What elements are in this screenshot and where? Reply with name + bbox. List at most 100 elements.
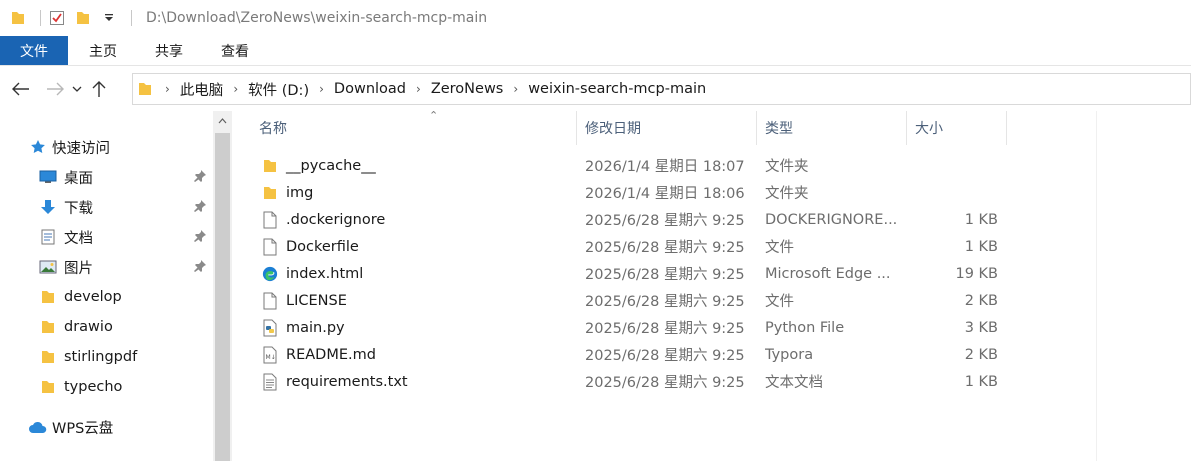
python-icon (262, 319, 278, 337)
document-icon (38, 227, 58, 247)
file-row[interactable]: Dockerfile 2025/6/28 星期六 9:25 文件 1 KB (256, 233, 1016, 260)
breadcrumb-chevron-icon[interactable]: › (513, 82, 518, 96)
recent-locations-chevron-icon[interactable] (68, 74, 86, 104)
file-name: README.md (286, 346, 376, 363)
navigation-scrollbar[interactable] (213, 111, 232, 461)
file-name-cell[interactable]: index.html (262, 260, 582, 287)
file-name: LICENSE (286, 292, 347, 309)
breadcrumb-chevron-icon[interactable]: › (319, 82, 324, 96)
file-row[interactable]: img 2026/1/4 星期日 18:06 文件夹 (256, 179, 1016, 206)
column-label: 修改日期 (585, 121, 641, 137)
file-row[interactable]: index.html 2025/6/28 星期六 9:25 Microsoft Ed… (256, 260, 1016, 287)
tab-file[interactable]: 文件 (0, 36, 68, 65)
file-row[interactable]: .dockerignore 2025/6/28 星期六 9:25 DOCKERIGN… (256, 206, 1016, 233)
svg-text:M↓: M↓ (266, 354, 276, 361)
nav-item-typecho[interactable]: typecho (0, 373, 213, 401)
file-size (908, 152, 998, 179)
tab-view[interactable]: 查看 (204, 36, 266, 65)
forward-arrow-icon[interactable] (42, 74, 68, 104)
breadcrumb-chevron-icon[interactable]: › (233, 82, 238, 96)
markdown-icon: M↓ (262, 346, 278, 364)
column-label: 大小 (915, 121, 943, 137)
file-name-cell[interactable]: img (262, 179, 582, 206)
file-name: index.html (286, 265, 364, 282)
nav-label: stirlingpdf (64, 349, 138, 365)
nav-item-desktop[interactable]: 桌面 (0, 163, 213, 191)
breadcrumb-chevron-icon[interactable]: › (165, 82, 170, 96)
file-date: 2025/6/28 星期六 9:25 (585, 321, 745, 337)
breadcrumb-chevron-icon[interactable]: › (416, 82, 421, 96)
star-icon (28, 137, 48, 157)
navigation-row: › 此电脑 › 软件 (D:) › Download › ZeroNews › … (0, 67, 1191, 111)
file-name: main.py (286, 319, 345, 336)
file-name: Dockerfile (286, 238, 359, 255)
file-date: 2025/6/28 星期六 9:25 (585, 240, 745, 256)
file-size: 3 KB (964, 319, 998, 336)
file-row[interactable]: requirements.txt 2025/6/28 星期六 9:25 文本文档 1 … (256, 368, 1016, 395)
download-icon (38, 197, 58, 217)
address-bar[interactable]: › 此电脑 › 软件 (D:) › Download › ZeroNews › … (132, 73, 1191, 105)
pin-icon[interactable] (193, 259, 207, 273)
file-row[interactable]: __pycache__ 2026/1/4 星期日 18:07 文件夹 (256, 152, 1016, 179)
breadcrumb-zeronews[interactable]: ZeroNews (431, 81, 504, 97)
breadcrumb-current-folder[interactable]: weixin-search-mcp-main (528, 81, 706, 97)
properties-icon[interactable] (47, 8, 67, 28)
nav-item-drawio[interactable]: drawio (0, 313, 213, 341)
pin-icon[interactable] (193, 169, 207, 183)
nav-item-documents[interactable]: 文档 (0, 223, 213, 251)
ribbon-tabs: 文件 主页 共享 查看 (0, 36, 1191, 66)
file-date: 2025/6/28 星期六 9:25 (585, 348, 745, 364)
file-name-cell[interactable]: LICENSE (262, 287, 582, 314)
scrollbar-thumb[interactable] (215, 133, 230, 461)
breadcrumb-this-pc[interactable]: 此电脑 (180, 79, 224, 100)
file-name-cell[interactable]: __pycache__ (262, 152, 582, 179)
file-type: Microsoft Edge ... (765, 265, 891, 282)
back-arrow-icon[interactable] (8, 74, 34, 104)
folder-icon (38, 377, 58, 397)
breadcrumb-download[interactable]: Download (334, 81, 406, 97)
file-row[interactable]: LICENSE 2025/6/28 星期六 9:25 文件 2 KB (256, 287, 1016, 314)
new-folder-icon[interactable] (73, 8, 93, 28)
file-name-cell[interactable]: M↓ README.md (262, 341, 582, 368)
column-header-date[interactable]: 修改日期 (577, 111, 757, 145)
nav-label: 文档 (64, 230, 93, 247)
nav-label: 桌面 (64, 170, 93, 187)
file-row[interactable]: main.py 2025/6/28 星期六 9:25 Python File 3 KB (256, 314, 1016, 341)
file-list: ⌃ 名称 修改日期 类型 大小 __pycache__ 2026/1/4 星期日 … (232, 109, 1191, 461)
cloud-icon (28, 417, 48, 437)
column-header-type[interactable]: 类型 (757, 111, 907, 145)
nav-item-downloads[interactable]: 下载 (0, 193, 213, 221)
file-name-cell[interactable]: Dockerfile (262, 233, 582, 260)
nav-item-stirlingpdf[interactable]: stirlingpdf (0, 343, 213, 371)
customize-toolbar-icon[interactable] (99, 8, 119, 28)
file-date: 2025/6/28 星期六 9:25 (585, 375, 745, 391)
scroll-up-icon[interactable] (213, 111, 232, 131)
file-type: 文件 (765, 240, 794, 256)
tab-share[interactable]: 共享 (138, 36, 200, 65)
desktop-icon (38, 167, 58, 187)
folder-icon (262, 157, 278, 175)
nav-quick-access[interactable]: 快速访问 (0, 133, 213, 161)
file-type: 文件 (765, 294, 794, 310)
folder-icon (38, 317, 58, 337)
file-name-cell[interactable]: .dockerignore (262, 206, 582, 233)
nav-wps-cloud[interactable]: WPS云盘 (0, 413, 213, 441)
tab-home[interactable]: 主页 (72, 36, 134, 65)
file-date: 2025/6/28 星期六 9:25 (585, 267, 745, 283)
folder-icon[interactable] (8, 8, 28, 28)
window-title: D:\Download\ZeroNews\weixin-search-mcp-m… (146, 10, 488, 26)
file-row[interactable]: M↓ README.md 2025/6/28 星期六 9:25 Typora 2 KB (256, 341, 1016, 368)
file-size (908, 179, 998, 206)
up-arrow-icon[interactable] (86, 74, 112, 104)
file-date: 2026/1/4 星期日 18:07 (585, 159, 745, 175)
title-bar: D:\Download\ZeroNews\weixin-search-mcp-m… (0, 0, 1191, 36)
nav-item-develop[interactable]: develop (0, 283, 213, 311)
column-header-size[interactable]: 大小 (907, 111, 1007, 145)
column-header-name[interactable]: ⌃ 名称 (251, 109, 577, 145)
pin-icon[interactable] (193, 199, 207, 213)
file-name-cell[interactable]: requirements.txt (262, 368, 582, 395)
nav-item-pictures[interactable]: 图片 (0, 253, 213, 281)
breadcrumb-drive-d[interactable]: 软件 (D:) (248, 79, 309, 100)
pin-icon[interactable] (193, 229, 207, 243)
file-name-cell[interactable]: main.py (262, 314, 582, 341)
